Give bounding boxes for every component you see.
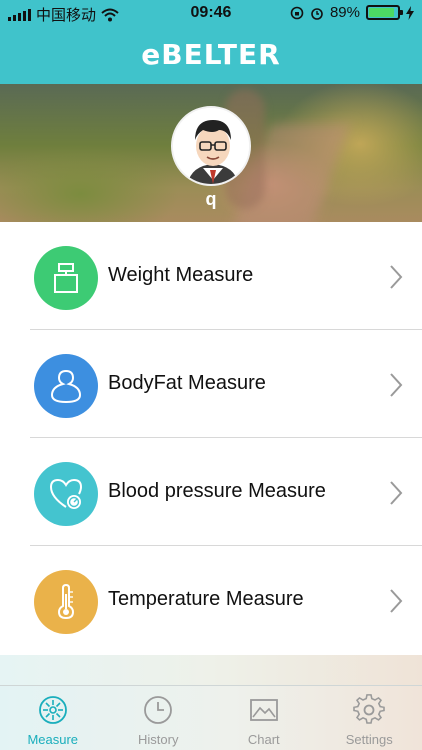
measure-icon bbox=[38, 696, 67, 724]
username: q bbox=[205, 189, 217, 209]
measure-list: Weight Measure BodyFat Measure Blood pre… bbox=[0, 222, 422, 654]
thermometer-icon bbox=[34, 570, 98, 634]
top-bar: 中国移动 09:46 89% eBELTER bbox=[0, 0, 422, 84]
blood-pressure-measure-row[interactable]: Blood pressure Measure bbox=[0, 438, 422, 546]
avatar[interactable] bbox=[171, 106, 251, 186]
temperature-measure-row[interactable]: Temperature Measure bbox=[0, 546, 422, 654]
tab-bar: Measure History Chart Settings bbox=[0, 685, 422, 750]
gear-icon bbox=[353, 694, 386, 724]
clock-icon bbox=[144, 696, 173, 724]
blood-pressure-measure-label: Blood pressure Measure bbox=[108, 480, 326, 502]
tab-settings-label: Settings bbox=[345, 732, 393, 747]
tab-settings[interactable]: Settings bbox=[317, 686, 422, 750]
status-right: 89% bbox=[290, 4, 414, 21]
image-chart-icon bbox=[249, 699, 278, 721]
charging-bolt-icon bbox=[406, 5, 414, 20]
heart-gauge-icon bbox=[34, 462, 98, 526]
battery-icon bbox=[366, 5, 403, 20]
tab-chart-label: Chart bbox=[247, 732, 280, 747]
status-bar: 中国移动 09:46 89% bbox=[0, 0, 422, 28]
tab-history-label: History bbox=[138, 732, 179, 747]
rotation-lock-icon bbox=[290, 6, 304, 19]
body-shape-icon bbox=[34, 354, 98, 418]
app-logo: eBELTER bbox=[141, 38, 281, 71]
weight-measure-label: Weight Measure bbox=[108, 264, 254, 286]
tab-chart[interactable]: Chart bbox=[211, 686, 317, 750]
scale-weight-icon bbox=[34, 246, 98, 310]
tab-measure[interactable]: Measure bbox=[0, 686, 106, 750]
battery-percent: 89% bbox=[329, 4, 360, 21]
chevron-right-icon bbox=[390, 373, 403, 397]
bodyfat-measure-label: BodyFat Measure bbox=[108, 372, 266, 394]
tab-measure-label: Measure bbox=[27, 732, 79, 747]
temperature-measure-label: Temperature Measure bbox=[108, 588, 304, 610]
bodyfat-measure-row[interactable]: BodyFat Measure bbox=[0, 330, 422, 438]
alarm-icon bbox=[311, 7, 323, 20]
chevron-right-icon bbox=[390, 589, 403, 613]
tab-history[interactable]: History bbox=[106, 686, 212, 750]
chevron-right-icon bbox=[390, 481, 403, 505]
footer-band bbox=[0, 655, 422, 685]
weight-measure-row[interactable]: Weight Measure bbox=[0, 222, 422, 330]
chevron-right-icon bbox=[390, 265, 403, 289]
